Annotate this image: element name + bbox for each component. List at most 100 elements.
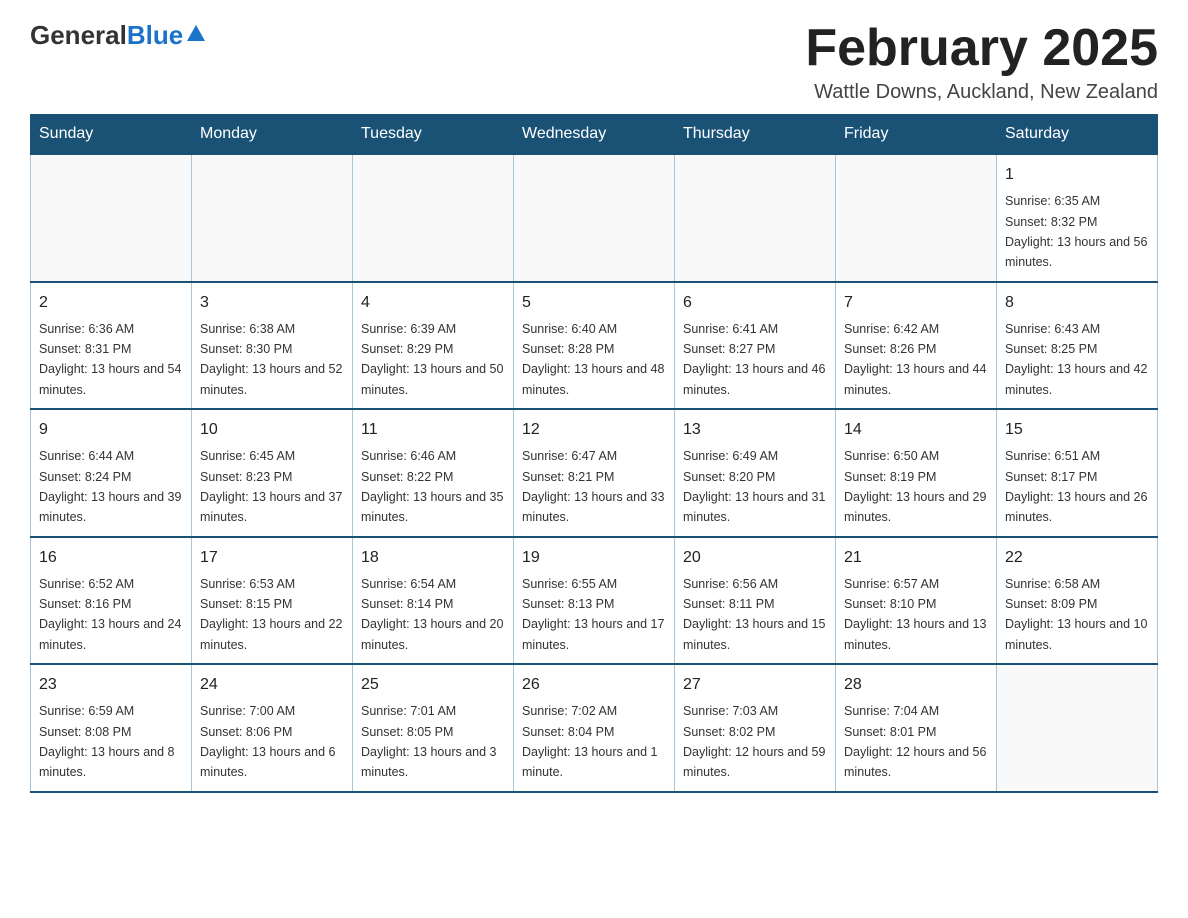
- day-info: Sunrise: 6:38 AM Sunset: 8:30 PM Dayligh…: [200, 322, 342, 397]
- calendar-week-row: 9 Sunrise: 6:44 AM Sunset: 8:24 PM Daylig…: [31, 409, 1158, 537]
- calendar-cell: 10Sunrise: 6:45 AM Sunset: 8:23 PM Dayli…: [192, 409, 353, 537]
- calendar-cell: [836, 154, 997, 282]
- calendar-cell: 28 Sunrise: 7:04 AM Sunset: 8:01 PM Dayli…: [836, 664, 997, 792]
- calendar-cell: [31, 154, 192, 282]
- day-info: Sunrise: 6:35 AM Sunset: 8:32 PM Dayligh…: [1005, 194, 1147, 269]
- day-of-week-header: Thursday: [675, 115, 836, 155]
- day-number: 19: [522, 546, 666, 570]
- day-number: 16: [39, 546, 183, 570]
- calendar-cell: 21 Sunrise: 6:57 AM Sunset: 8:10 PM Dayli…: [836, 537, 997, 665]
- calendar-cell: 18Sunrise: 6:54 AM Sunset: 8:14 PM Dayli…: [353, 537, 514, 665]
- day-of-week-header: Sunday: [31, 115, 192, 155]
- day-number: 9: [39, 418, 183, 442]
- location-subtitle: Wattle Downs, Auckland, New Zealand: [805, 81, 1158, 104]
- calendar-cell: 2 Sunrise: 6:36 AM Sunset: 8:31 PM Daylig…: [31, 282, 192, 410]
- calendar-cell: 11 Sunrise: 6:46 AM Sunset: 8:22 PM Dayli…: [353, 409, 514, 537]
- day-number: 6: [683, 291, 827, 315]
- day-number: 28: [844, 673, 988, 697]
- calendar-week-row: 16 Sunrise: 6:52 AM Sunset: 8:16 PM Dayli…: [31, 537, 1158, 665]
- calendar-table: SundayMondayTuesdayWednesdayThursdayFrid…: [30, 114, 1158, 793]
- calendar-cell: 27 Sunrise: 7:03 AM Sunset: 8:02 PM Dayli…: [675, 664, 836, 792]
- day-info: Sunrise: 6:59 AM Sunset: 8:08 PM Dayligh…: [39, 704, 175, 779]
- day-info: Sunrise: 6:58 AM Sunset: 8:09 PM Dayligh…: [1005, 577, 1147, 652]
- day-of-week-header: Tuesday: [353, 115, 514, 155]
- day-info: Sunrise: 6:50 AM Sunset: 8:19 PM Dayligh…: [844, 449, 986, 524]
- calendar-cell: [675, 154, 836, 282]
- day-info: Sunrise: 6:39 AM Sunset: 8:29 PM Dayligh…: [361, 322, 503, 397]
- calendar-week-row: 2 Sunrise: 6:36 AM Sunset: 8:31 PM Daylig…: [31, 282, 1158, 410]
- day-number: 22: [1005, 546, 1149, 570]
- calendar-cell: 24 Sunrise: 7:00 AM Sunset: 8:06 PM Dayli…: [192, 664, 353, 792]
- day-number: 11: [361, 418, 505, 442]
- day-info: Sunrise: 7:03 AM Sunset: 8:02 PM Dayligh…: [683, 704, 825, 779]
- day-number: 23: [39, 673, 183, 697]
- day-info: Sunrise: 6:47 AM Sunset: 8:21 PM Dayligh…: [522, 449, 664, 524]
- calendar-cell: [514, 154, 675, 282]
- day-number: 20: [683, 546, 827, 570]
- calendar-week-row: 1Sunrise: 6:35 AM Sunset: 8:32 PM Daylig…: [31, 154, 1158, 282]
- day-number: 2: [39, 291, 183, 315]
- day-info: Sunrise: 6:53 AM Sunset: 8:15 PM Dayligh…: [200, 577, 342, 652]
- logo-blue-container: Blue: [127, 20, 207, 51]
- day-info: Sunrise: 6:55 AM Sunset: 8:13 PM Dayligh…: [522, 577, 664, 652]
- calendar-cell: 6 Sunrise: 6:41 AM Sunset: 8:27 PM Daylig…: [675, 282, 836, 410]
- calendar-cell: 12Sunrise: 6:47 AM Sunset: 8:21 PM Dayli…: [514, 409, 675, 537]
- day-info: Sunrise: 6:49 AM Sunset: 8:20 PM Dayligh…: [683, 449, 825, 524]
- calendar-cell: 20 Sunrise: 6:56 AM Sunset: 8:11 PM Dayli…: [675, 537, 836, 665]
- day-info: Sunrise: 6:43 AM Sunset: 8:25 PM Dayligh…: [1005, 322, 1147, 397]
- calendar-cell: 22 Sunrise: 6:58 AM Sunset: 8:09 PM Dayli…: [997, 537, 1158, 665]
- day-info: Sunrise: 6:41 AM Sunset: 8:27 PM Dayligh…: [683, 322, 825, 397]
- day-number: 7: [844, 291, 988, 315]
- day-number: 21: [844, 546, 988, 570]
- day-info: Sunrise: 6:51 AM Sunset: 8:17 PM Dayligh…: [1005, 449, 1147, 524]
- calendar-cell: 3 Sunrise: 6:38 AM Sunset: 8:30 PM Daylig…: [192, 282, 353, 410]
- logo: General Blue: [30, 20, 207, 51]
- calendar-cell: 15 Sunrise: 6:51 AM Sunset: 8:17 PM Dayli…: [997, 409, 1158, 537]
- day-of-week-header: Monday: [192, 115, 353, 155]
- day-info: Sunrise: 7:00 AM Sunset: 8:06 PM Dayligh…: [200, 704, 336, 779]
- day-of-week-header: Saturday: [997, 115, 1158, 155]
- calendar-cell: 25 Sunrise: 7:01 AM Sunset: 8:05 PM Dayli…: [353, 664, 514, 792]
- day-info: Sunrise: 6:56 AM Sunset: 8:11 PM Dayligh…: [683, 577, 825, 652]
- calendar-cell: 1Sunrise: 6:35 AM Sunset: 8:32 PM Daylig…: [997, 154, 1158, 282]
- day-info: Sunrise: 6:46 AM Sunset: 8:22 PM Dayligh…: [361, 449, 503, 524]
- day-number: 8: [1005, 291, 1149, 315]
- calendar-cell: 14 Sunrise: 6:50 AM Sunset: 8:19 PM Dayli…: [836, 409, 997, 537]
- day-number: 14: [844, 418, 988, 442]
- calendar-cell: 16 Sunrise: 6:52 AM Sunset: 8:16 PM Dayli…: [31, 537, 192, 665]
- day-info: Sunrise: 6:57 AM Sunset: 8:10 PM Dayligh…: [844, 577, 986, 652]
- day-info: Sunrise: 7:01 AM Sunset: 8:05 PM Dayligh…: [361, 704, 497, 779]
- calendar-header-row: SundayMondayTuesdayWednesdayThursdayFrid…: [31, 115, 1158, 155]
- calendar-cell: 17 Sunrise: 6:53 AM Sunset: 8:15 PM Dayli…: [192, 537, 353, 665]
- day-number: 10: [200, 418, 344, 442]
- day-number: 3: [200, 291, 344, 315]
- day-info: Sunrise: 6:40 AM Sunset: 8:28 PM Dayligh…: [522, 322, 664, 397]
- logo-general-text: General: [30, 20, 127, 51]
- day-of-week-header: Friday: [836, 115, 997, 155]
- title-section: February 2025 Wattle Downs, Auckland, Ne…: [805, 20, 1158, 104]
- page-header: General Blue February 2025 Wattle Downs,…: [30, 20, 1158, 104]
- calendar-week-row: 23 Sunrise: 6:59 AM Sunset: 8:08 PM Dayli…: [31, 664, 1158, 792]
- day-info: Sunrise: 6:44 AM Sunset: 8:24 PM Dayligh…: [39, 449, 181, 524]
- day-number: 15: [1005, 418, 1149, 442]
- calendar-cell: 19 Sunrise: 6:55 AM Sunset: 8:13 PM Dayli…: [514, 537, 675, 665]
- day-number: 25: [361, 673, 505, 697]
- calendar-cell: 5Sunrise: 6:40 AM Sunset: 8:28 PM Daylig…: [514, 282, 675, 410]
- calendar-cell: [192, 154, 353, 282]
- day-number: 4: [361, 291, 505, 315]
- day-number: 13: [683, 418, 827, 442]
- day-number: 17: [200, 546, 344, 570]
- calendar-cell: 26Sunrise: 7:02 AM Sunset: 8:04 PM Dayli…: [514, 664, 675, 792]
- calendar-cell: 23 Sunrise: 6:59 AM Sunset: 8:08 PM Dayli…: [31, 664, 192, 792]
- calendar-cell: 4 Sunrise: 6:39 AM Sunset: 8:29 PM Daylig…: [353, 282, 514, 410]
- day-info: Sunrise: 6:36 AM Sunset: 8:31 PM Dayligh…: [39, 322, 181, 397]
- day-number: 24: [200, 673, 344, 697]
- day-info: Sunrise: 6:52 AM Sunset: 8:16 PM Dayligh…: [39, 577, 181, 652]
- day-info: Sunrise: 7:02 AM Sunset: 8:04 PM Dayligh…: [522, 704, 658, 779]
- day-info: Sunrise: 7:04 AM Sunset: 8:01 PM Dayligh…: [844, 704, 986, 779]
- day-info: Sunrise: 6:54 AM Sunset: 8:14 PM Dayligh…: [361, 577, 503, 652]
- calendar-cell: 7Sunrise: 6:42 AM Sunset: 8:26 PM Daylig…: [836, 282, 997, 410]
- calendar-cell: [353, 154, 514, 282]
- day-number: 27: [683, 673, 827, 697]
- logo-blue-text: Blue: [127, 20, 183, 51]
